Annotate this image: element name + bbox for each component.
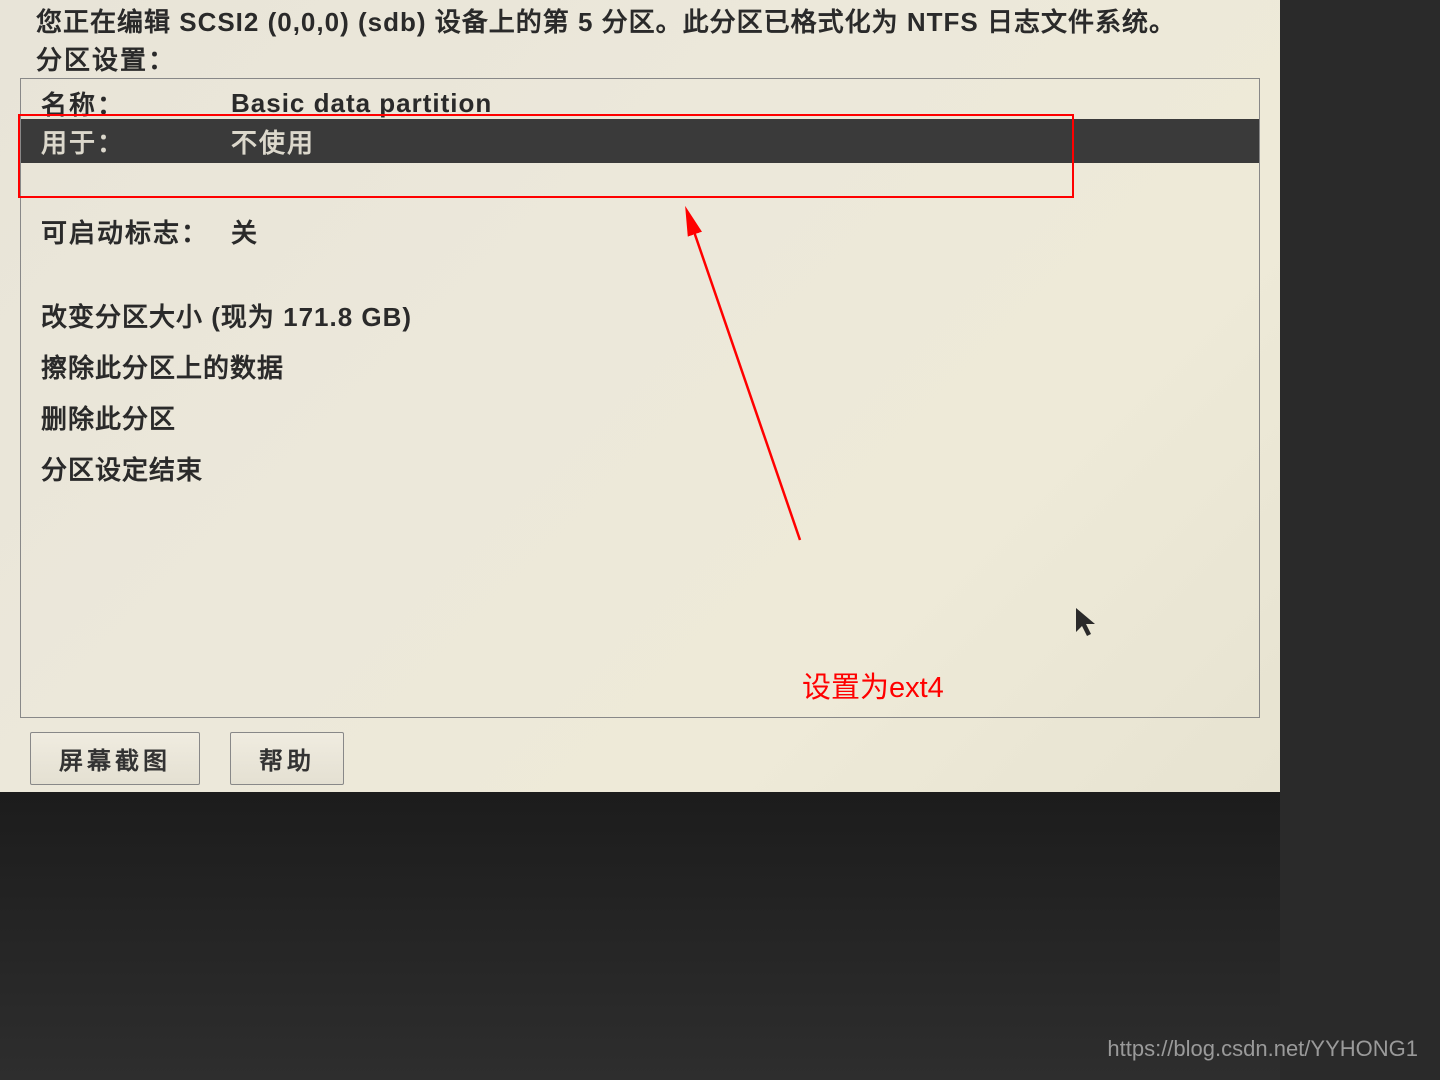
action-resize[interactable]: 改变分区大小 (现为 171.8 GB) [41, 297, 412, 334]
row-name: 名称： Basic data partition [21, 85, 1259, 121]
name-value: Basic data partition [231, 88, 492, 119]
bootflag-value: 关 [231, 213, 258, 250]
help-button[interactable]: 帮助 [230, 732, 344, 785]
right-of-screen-area [1280, 0, 1440, 1080]
row-use-as[interactable]: 用于： 不使用 [21, 119, 1259, 163]
bootflag-label: 可启动标志： [41, 213, 231, 250]
partition-settings-panel: 名称： Basic data partition 用于： 不使用 可启动标志： … [20, 78, 1260, 718]
action-list: 改变分区大小 (现为 171.8 GB) 擦除此分区上的数据 删除此分区 分区设… [41, 297, 412, 501]
below-screen-area [0, 792, 1280, 1080]
row-bootflag[interactable]: 可启动标志： 关 [21, 213, 1259, 250]
context-line-2: 分区设置： [36, 40, 176, 77]
bottom-button-bar: 屏幕截图 帮助 [30, 732, 344, 785]
action-done[interactable]: 分区设定结束 [41, 450, 412, 487]
name-label: 名称： [41, 85, 231, 122]
action-erase[interactable]: 擦除此分区上的数据 [41, 348, 412, 385]
installer-screen: 您正在编辑 SCSI2 (0,0,0) (sdb) 设备上的第 5 分区。此分区… [0, 0, 1280, 860]
screenshot-button[interactable]: 屏幕截图 [30, 732, 200, 785]
useas-value: 不使用 [231, 123, 315, 160]
useas-label: 用于： [41, 123, 231, 160]
context-line-1: 您正在编辑 SCSI2 (0,0,0) (sdb) 设备上的第 5 分区。此分区… [36, 2, 1176, 39]
watermark-text: https://blog.csdn.net/YYHONG1 [1107, 1036, 1418, 1062]
action-delete[interactable]: 删除此分区 [41, 399, 412, 436]
